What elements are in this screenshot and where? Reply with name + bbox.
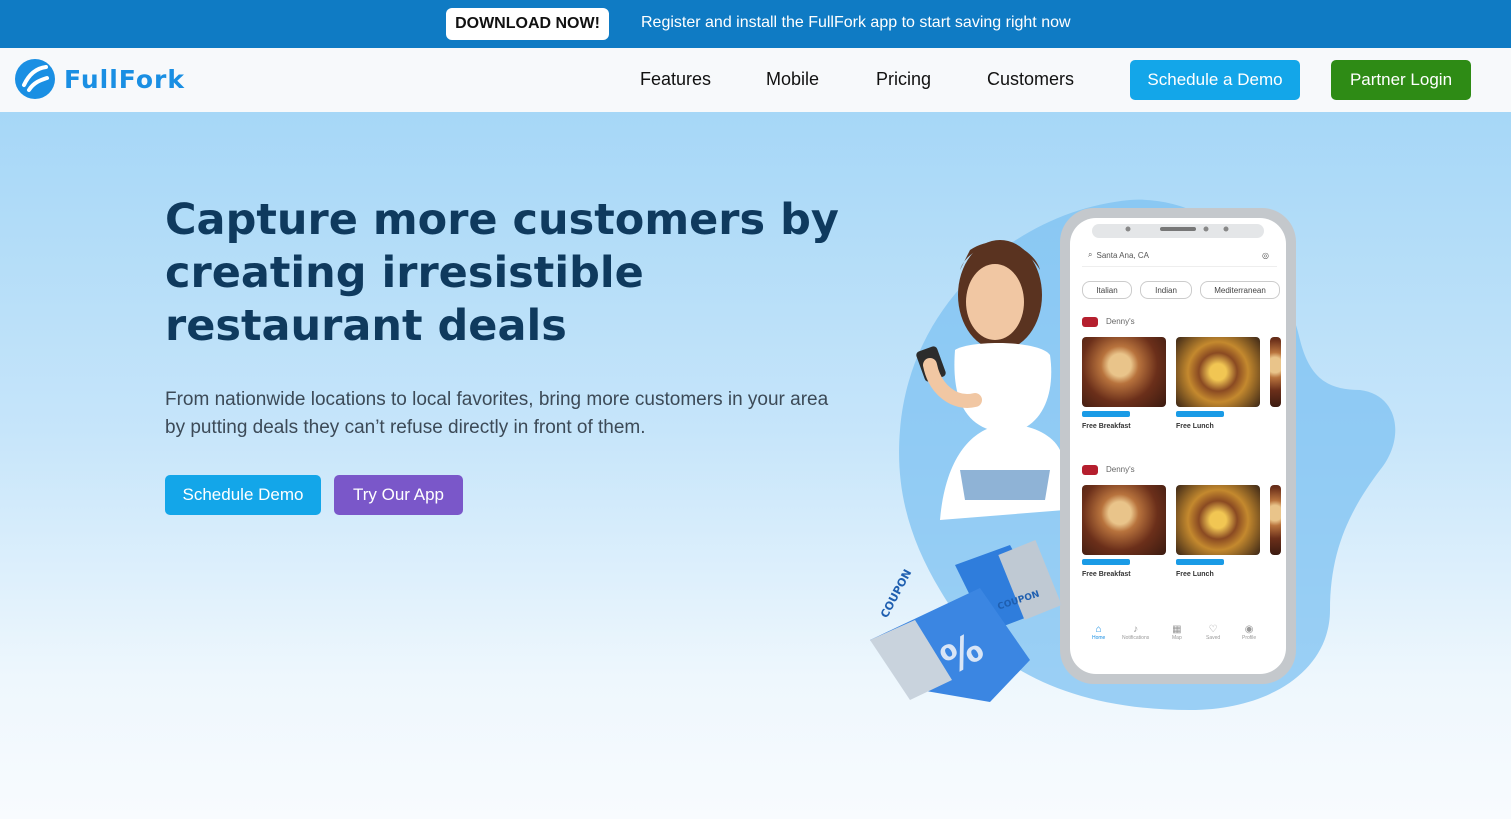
brand-name: FullFork [64,64,185,94]
schedule-a-demo-button[interactable]: Schedule a Demo [1130,60,1300,100]
chip-mediterranean[interactable]: Mediterranean [1200,281,1280,299]
deal-image-partial[interactable] [1270,337,1281,407]
announcement-text: Register and install the FullFork app to… [641,14,1071,31]
deal-image-lunch[interactable] [1176,485,1260,555]
profile-icon: ◉ [1244,624,1254,635]
chip-indian[interactable]: Indian [1140,281,1192,299]
partner-login-button[interactable]: Partner Login [1331,60,1471,100]
fullfork-logo[interactable]: FullFork [14,58,185,100]
heart-icon: ♡ [1208,624,1218,635]
nav-mobile[interactable]: Mobile [766,69,819,90]
schedule-demo-button[interactable]: Schedule Demo [165,475,321,515]
home-icon: ⌂ [1095,624,1102,635]
deal-badge [1082,411,1130,417]
chip-italian[interactable]: Italian [1082,281,1132,299]
fork-logo-icon [15,59,55,99]
deal-image-breakfast[interactable] [1082,485,1166,555]
search-icon: ⌕ [1088,250,1093,259]
dennys-logo-icon [1082,317,1098,327]
hero-subtext: From nationwide locations to local favor… [165,389,829,438]
deal-badge [1082,559,1130,565]
download-now-button[interactable]: DOWNLOAD NOW! [446,8,609,40]
deal-badge [1176,411,1224,417]
location-text: Santa Ana, CA [1096,250,1149,260]
dennys-logo-icon [1082,465,1098,475]
deal-title: Free Lunch [1176,571,1214,578]
tab-profile[interactable]: ◉ Profile [1242,624,1256,641]
nav-customers[interactable]: Customers [987,69,1074,90]
bell-icon: ♪ [1133,624,1139,635]
restaurant-name: Denny's [1106,465,1135,474]
hero-headline: Capture more customers by creating irres… [165,195,839,351]
announcement-bar: DOWNLOAD NOW! Register and install the F… [0,0,1511,48]
restaurant-name: Denny's [1106,317,1135,326]
tab-notifications[interactable]: ♪ Notifications [1122,624,1149,641]
deal-image-partial[interactable] [1270,485,1281,555]
deal-title: Free Lunch [1176,423,1214,430]
nav-pricing[interactable]: Pricing [876,69,931,90]
phone-screen: ⌕ Santa Ana, CA ◎ Italian Indian Mediter… [1076,240,1281,655]
deal-title: Free Breakfast [1082,423,1131,430]
try-our-app-button[interactable]: Try Our App [334,475,463,515]
tab-saved[interactable]: ♡ Saved [1206,624,1220,641]
deal-title: Free Breakfast [1082,571,1131,578]
deal-image-breakfast[interactable] [1082,337,1166,407]
location-search[interactable]: ⌕ Santa Ana, CA ◎ [1082,244,1277,267]
locate-icon[interactable]: ◎ [1262,251,1269,260]
deal-image-lunch[interactable] [1176,337,1260,407]
deal-badge [1176,559,1224,565]
map-icon: ▦ [1172,624,1182,635]
tab-map[interactable]: ▦ Map [1172,624,1182,641]
tab-home[interactable]: ⌂ Home [1092,624,1105,641]
nav-features[interactable]: Features [640,69,711,90]
